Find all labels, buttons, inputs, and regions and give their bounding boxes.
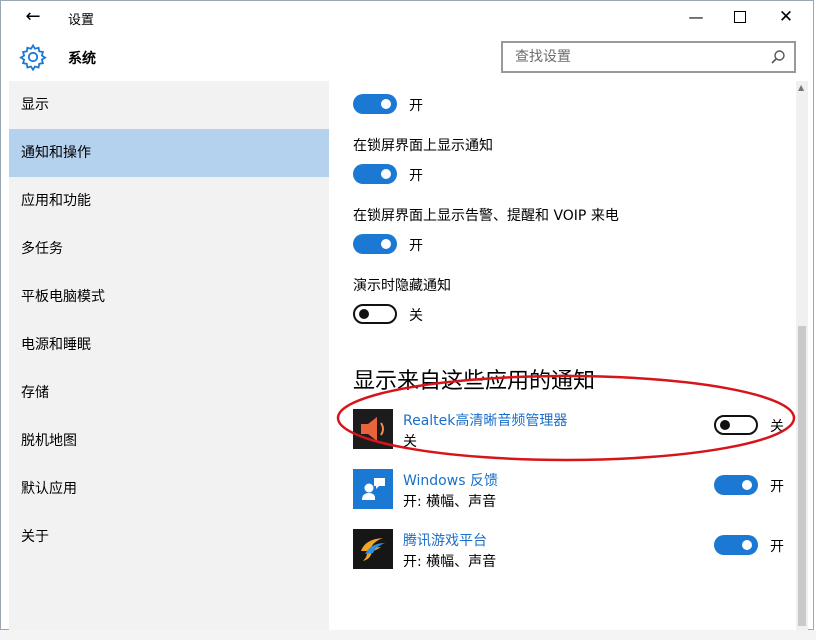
app-name[interactable]: Windows 反馈 — [403, 470, 498, 490]
sidebar-item-about[interactable]: 关于 — [9, 513, 329, 561]
window-title: 设置 — [68, 13, 95, 28]
main-content: 开 在锁屏界面上显示通知 开 在锁屏界面上显示告警、提醒和 VOIP 来电 开 … — [329, 81, 799, 631]
feedback-icon — [353, 469, 393, 509]
back-button[interactable]: ← — [19, 5, 47, 29]
vertical-scrollbar[interactable]: ▲ — [796, 81, 808, 631]
close-icon: ✕ — [778, 7, 794, 27]
toggle-state-label: 关 — [770, 419, 784, 435]
toggle-switch[interactable] — [353, 94, 397, 114]
tencent-games-icon — [353, 529, 393, 569]
page-header: 系统 — [1, 33, 813, 81]
toggle-state-label: 开 — [409, 98, 423, 114]
scroll-thumb[interactable] — [798, 326, 806, 626]
search-input[interactable] — [513, 43, 757, 71]
sidebar: 显示 通知和操作 应用和功能 多任务 平板电脑模式 电源和睡眠 存储 脱机地图 … — [9, 81, 329, 631]
taskbar-edge — [0, 630, 816, 640]
toggle-state-label: 关 — [409, 308, 423, 324]
search-icon[interactable] — [770, 49, 786, 65]
sidebar-item-notifications[interactable]: 通知和操作 — [9, 129, 329, 177]
setting-label: 演示时隐藏通知 — [353, 278, 451, 294]
search-box[interactable] — [501, 41, 796, 73]
toggle-switch[interactable] — [714, 535, 758, 555]
speaker-icon — [353, 409, 393, 449]
maximize-button[interactable] — [717, 3, 763, 31]
settings-window: ← 设置 — ✕ 系统 显示 通知和操作 — [0, 0, 814, 631]
minimize-icon: — — [688, 8, 704, 26]
page-title: 系统 — [68, 51, 96, 67]
toggle-switch[interactable] — [714, 415, 758, 435]
sidebar-item-multitasking[interactable]: 多任务 — [9, 225, 329, 273]
toggle-switch[interactable] — [714, 475, 758, 495]
sidebar-item-apps[interactable]: 应用和功能 — [9, 177, 329, 225]
toggle-switch[interactable] — [353, 164, 397, 184]
sidebar-item-power-sleep[interactable]: 电源和睡眠 — [9, 321, 329, 369]
toggle-state-label: 开 — [409, 168, 423, 184]
app-name[interactable]: 腾讯游戏平台 — [403, 530, 487, 550]
sidebar-item-tablet-mode[interactable]: 平板电脑模式 — [9, 273, 329, 321]
maximize-icon — [734, 10, 746, 23]
toggle-switch[interactable] — [353, 234, 397, 254]
app-status: 关 — [403, 434, 417, 450]
setting-label: 在锁屏界面上显示通知 — [353, 138, 493, 154]
toggle-state-label: 开 — [770, 539, 784, 555]
toggle-state-label: 开 — [770, 479, 784, 495]
gear-icon — [19, 43, 47, 71]
section-title: 显示来自这些应用的通知 — [353, 369, 596, 394]
minimize-button[interactable]: — — [673, 3, 719, 31]
app-name[interactable]: Realtek高清晰音频管理器 — [403, 410, 567, 430]
app-status: 开: 横幅、声音 — [403, 554, 497, 570]
title-bar: ← 设置 — ✕ — [1, 1, 813, 33]
sidebar-item-storage[interactable]: 存储 — [9, 369, 329, 417]
toggle-switch[interactable] — [353, 304, 397, 324]
sidebar-item-offline-maps[interactable]: 脱机地图 — [9, 417, 329, 465]
scroll-up-icon[interactable]: ▲ — [798, 83, 804, 92]
setting-label: 在锁屏界面上显示告警、提醒和 VOIP 来电 — [353, 208, 619, 224]
app-row-windows-feedback[interactable]: Windows 反馈 开: 横幅、声音 开 — [353, 469, 793, 511]
sidebar-item-default-apps[interactable]: 默认应用 — [9, 465, 329, 513]
toggle-state-label: 开 — [409, 238, 423, 254]
app-row-realtek[interactable]: Realtek高清晰音频管理器 关 关 — [353, 409, 793, 451]
app-status: 开: 横幅、声音 — [403, 494, 497, 510]
sidebar-item-display[interactable]: 显示 — [9, 81, 329, 129]
close-button[interactable]: ✕ — [763, 3, 809, 31]
arrow-left-icon: ← — [25, 6, 41, 27]
app-row-tencent-games[interactable]: 腾讯游戏平台 开: 横幅、声音 开 — [353, 529, 793, 571]
